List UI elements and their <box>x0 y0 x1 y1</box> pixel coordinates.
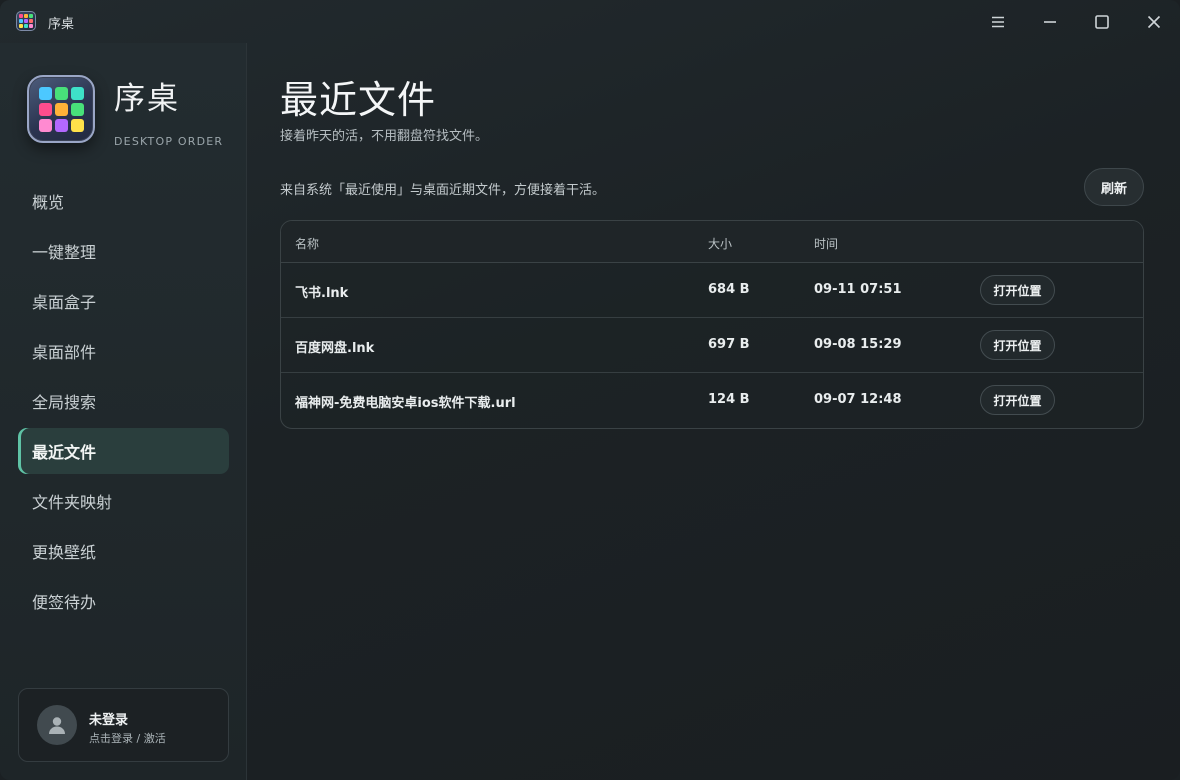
sidebar-item-overview[interactable]: 概览 <box>18 178 229 224</box>
file-time: 09-11 07:51 <box>814 282 902 297</box>
file-time: 09-08 15:29 <box>814 337 902 352</box>
file-name: 百度网盘.lnk <box>295 341 375 356</box>
file-name: 飞书.lnk <box>295 286 349 301</box>
table-header: 名称 大小 时间 <box>281 221 1143 263</box>
table-row[interactable]: 福神网-免费电脑安卓ios软件下载.url 124 B 09-07 12:48 … <box>281 373 1143 428</box>
open-location-button[interactable]: 打开位置 <box>980 275 1055 305</box>
close-icon[interactable] <box>1139 8 1169 36</box>
sidebar-item-notes-todo[interactable]: 便签待办 <box>18 578 229 624</box>
brand-subtitle: DESKTOP ORDER <box>114 135 224 148</box>
info-text: 来自系统「最近使用」与桌面近期文件，方便接着干活。 <box>280 183 606 198</box>
column-header-name: 名称 <box>295 237 320 251</box>
sidebar-item-desktop-boxes[interactable]: 桌面盒子 <box>18 278 229 324</box>
file-name: 福神网-免费电脑安卓ios软件下载.url <box>295 396 516 411</box>
column-header-size: 大小 <box>708 237 733 251</box>
sidebar-item-change-wallpaper[interactable]: 更换壁纸 <box>18 528 229 574</box>
main-content: 最近文件 接着昨天的活，不用翻盘符找文件。 来自系统「最近使用」与桌面近期文件，… <box>248 43 1180 780</box>
file-time: 09-07 12:48 <box>814 392 902 407</box>
page-title: 最近文件 <box>280 78 437 122</box>
file-size: 124 B <box>708 392 750 407</box>
sidebar-item-one-click-organize[interactable]: 一键整理 <box>18 228 229 274</box>
app-window: 序桌 序桌 DESKTOP ORDER 概览 一键整理 桌面盒子 桌面部件 全局… <box>0 0 1180 780</box>
sidebar-item-global-search[interactable]: 全局搜索 <box>18 378 229 424</box>
column-header-time: 时间 <box>814 237 839 251</box>
recent-files-table: 名称 大小 时间 飞书.lnk 684 B 09-11 07:51 打开位置 百… <box>280 220 1144 429</box>
sidebar-item-recent-files[interactable]: 最近文件 <box>18 428 229 474</box>
open-location-button[interactable]: 打开位置 <box>980 330 1055 360</box>
app-grid-icon <box>16 11 36 31</box>
sidebar: 序桌 DESKTOP ORDER 概览 一键整理 桌面盒子 桌面部件 全局搜索 … <box>0 43 247 780</box>
refresh-button[interactable]: 刷新 <box>1084 168 1144 206</box>
file-size: 697 B <box>708 337 750 352</box>
open-location-button[interactable]: 打开位置 <box>980 385 1055 415</box>
table-row[interactable]: 百度网盘.lnk 697 B 09-08 15:29 打开位置 <box>281 318 1143 373</box>
brand-name: 序桌 <box>114 81 180 117</box>
user-login-hint: 点击登录 / 激活 <box>89 732 166 745</box>
maximize-icon[interactable] <box>1087 8 1117 36</box>
title-bar: 序桌 <box>0 0 1180 43</box>
sidebar-item-desktop-widgets[interactable]: 桌面部件 <box>18 328 229 374</box>
window-title: 序桌 <box>48 17 75 32</box>
user-name: 未登录 <box>89 713 129 728</box>
minimize-icon[interactable] <box>1035 8 1065 36</box>
sidebar-nav: 概览 一键整理 桌面盒子 桌面部件 全局搜索 最近文件 文件夹映射 更换壁纸 便… <box>18 178 229 628</box>
sidebar-item-folder-mapping[interactable]: 文件夹映射 <box>18 478 229 524</box>
user-login-card[interactable]: 未登录 点击登录 / 激活 <box>18 688 229 762</box>
app-logo <box>27 75 95 143</box>
file-size: 684 B <box>708 282 750 297</box>
page-subtitle: 接着昨天的活，不用翻盘符找文件。 <box>280 129 489 144</box>
hamburger-menu-icon[interactable] <box>983 8 1013 36</box>
table-row[interactable]: 飞书.lnk 684 B 09-11 07:51 打开位置 <box>281 263 1143 318</box>
user-avatar-icon <box>37 705 77 745</box>
